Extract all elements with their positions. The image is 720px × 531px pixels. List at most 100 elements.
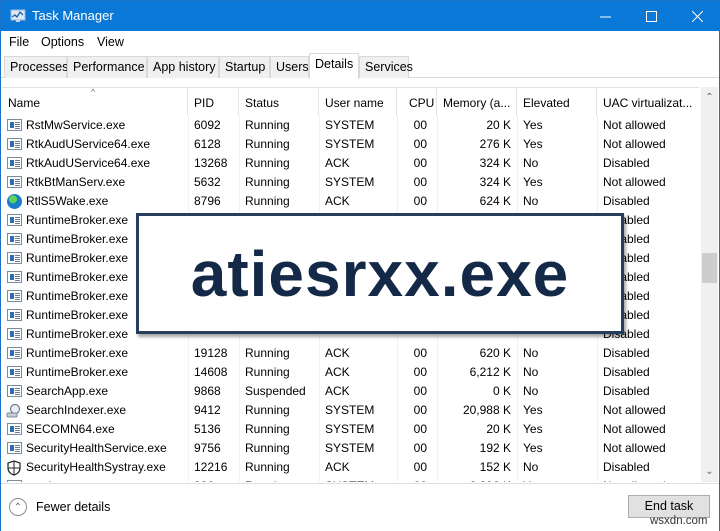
- process-name: RtlS5Wake.exe: [26, 194, 109, 208]
- chevron-up-circle-icon: ⌃: [9, 498, 27, 516]
- app-icon: [7, 176, 22, 188]
- column-header-name[interactable]: Name ^: [2, 88, 188, 116]
- cell-status: Running: [245, 194, 290, 208]
- process-name: RtkAudUService64.exe: [26, 156, 151, 170]
- process-name: RuntimeBroker.exe: [26, 289, 129, 303]
- cell-pid: 5136: [194, 422, 221, 436]
- cell-name: services.exe: [2, 477, 188, 482]
- cell-memory: 0 K: [492, 384, 511, 398]
- process-name: RtkBtManServ.exe: [26, 175, 126, 189]
- cell-user-name: ACK: [325, 365, 350, 379]
- cell-name: RstMwService.exe: [2, 116, 188, 135]
- task-manager-window: Task Manager File Options View Processes…: [0, 0, 720, 531]
- close-button[interactable]: [674, 1, 720, 31]
- cell-user-name: ACK: [325, 346, 350, 360]
- column-header-memory[interactable]: Memory (a...: [437, 88, 517, 116]
- table-header: Name ^ PID Status User name CPU Memory (…: [2, 88, 699, 116]
- cell-memory: 192 K: [479, 441, 511, 455]
- process-name: RtkAudUService64.exe: [26, 137, 151, 151]
- cell-pid: 5632: [194, 175, 221, 189]
- table-row[interactable]: SecurityHealthService.exe 9756 Running SYST…: [2, 439, 699, 458]
- table-row[interactable]: RtkAudUService64.exe 6128 Running SYSTEM 00 2…: [2, 135, 699, 154]
- cell-uac-virtualization: Disabled: [603, 384, 650, 398]
- maximize-button[interactable]: [628, 1, 674, 31]
- tab-processes[interactable]: Processes: [4, 56, 68, 78]
- cell-cpu: 00: [413, 137, 427, 151]
- globe-icon: [7, 194, 22, 209]
- column-header-status[interactable]: Status: [239, 88, 319, 116]
- cell-name: RtkAudUService64.exe: [2, 135, 188, 154]
- menu-view[interactable]: View: [97, 35, 124, 49]
- cell-pid: 14608: [194, 365, 228, 379]
- column-header-elevated[interactable]: Elevated: [517, 88, 597, 116]
- minimize-button[interactable]: [582, 1, 628, 31]
- process-name: RuntimeBroker.exe: [26, 270, 129, 284]
- table-row[interactable]: services.exe 336RunningSYSTEM002,392 KYes…: [2, 477, 699, 482]
- cell-name: RtlS5Wake.exe: [2, 192, 188, 211]
- cell-elevated: No: [523, 460, 539, 474]
- table-row[interactable]: RstMwService.exe 6092 Running SYSTEM 00 20 K Y…: [2, 116, 699, 135]
- cell-elevated: Yes: [523, 118, 543, 132]
- cell-pid: 6128: [194, 137, 221, 151]
- vertical-scrollbar[interactable]: ⌃ ⌄: [701, 87, 718, 482]
- table-row[interactable]: SecurityHealthSystray.exe 12216 Running ACK…: [2, 458, 699, 477]
- scrollbar-thumb[interactable]: [702, 253, 717, 284]
- process-name: RuntimeBroker.exe: [26, 251, 129, 265]
- cell-status: Running: [245, 156, 290, 170]
- shield-icon: [7, 460, 21, 476]
- cell-memory: 620 K: [479, 346, 511, 360]
- cell-elevated: No: [523, 346, 539, 360]
- process-name: SecurityHealthService.exe: [26, 441, 167, 455]
- tab-users[interactable]: Users: [270, 56, 309, 78]
- column-header-pid[interactable]: PID: [188, 88, 239, 116]
- tab-app-history[interactable]: App history: [147, 56, 219, 78]
- fewer-details-button[interactable]: ⌃ Fewer details: [9, 496, 110, 518]
- scroll-up-arrow-icon[interactable]: ⌃: [701, 89, 718, 106]
- task-manager-icon: [10, 9, 26, 22]
- table-row[interactable]: SECOMN64.exe 5136 Running SYSTEM 00 20 K Yes No…: [2, 420, 699, 439]
- tab-details[interactable]: Details: [309, 53, 359, 79]
- cell-status: Running: [245, 365, 290, 379]
- cell-user-name: ACK: [325, 156, 350, 170]
- overlay-text: atiesrxx.exe: [190, 237, 570, 310]
- footer-bar: ⌃ Fewer details End task wsxdn.com: [1, 483, 719, 531]
- table-row[interactable]: SearchApp.exe 9868 Suspended ACK 00 0 K No Disa…: [2, 382, 699, 401]
- cell-cpu: 00: [413, 365, 427, 379]
- menu-options[interactable]: Options: [41, 35, 84, 49]
- cell-uac-virtualization: Not allowed: [597, 477, 699, 482]
- cell-pid: 8796: [194, 194, 221, 208]
- column-header-uac-virtualization[interactable]: UAC virtualizat...: [597, 88, 699, 116]
- cell-name: RtkAudUService64.exe: [2, 154, 188, 173]
- app-icon: [7, 347, 22, 359]
- cell-elevated: No: [523, 365, 539, 379]
- cell-uac-virtualization: Disabled: [603, 346, 650, 360]
- tab-startup[interactable]: Startup: [219, 56, 270, 78]
- tab-performance[interactable]: Performance: [67, 56, 147, 78]
- scroll-down-arrow-icon[interactable]: ⌄: [701, 463, 718, 480]
- column-header-user-name[interactable]: User name: [319, 88, 397, 116]
- cell-uac-virtualization: Disabled: [603, 156, 650, 170]
- cell-name: RuntimeBroker.exe: [2, 363, 188, 382]
- table-row[interactable]: RuntimeBroker.exe 14608 Running ACK 00 6,212 …: [2, 363, 699, 382]
- cell-pid: 13268: [194, 156, 228, 170]
- cell-memory: 276 K: [479, 137, 511, 151]
- table-row[interactable]: RtlS5Wake.exe 8796 Running ACK 00 624 K No Disa…: [2, 192, 699, 211]
- table-row[interactable]: RtkBtManServ.exe 5632 Running SYSTEM 00 324 K…: [2, 173, 699, 192]
- cell-memory: 20 K: [486, 118, 511, 132]
- cell-uac-virtualization: Not allowed: [603, 441, 666, 455]
- app-icon: [7, 385, 22, 397]
- process-name: SearchApp.exe: [26, 384, 109, 398]
- app-icon: [7, 290, 22, 302]
- table-row[interactable]: RuntimeBroker.exe 19128 Running ACK 00 620 K N…: [2, 344, 699, 363]
- cell-user-name: SYSTEM: [325, 422, 375, 436]
- cell-status: Running: [245, 346, 290, 360]
- cell-user-name: ACK: [325, 194, 350, 208]
- menu-file[interactable]: File: [9, 35, 29, 49]
- app-icon: [7, 233, 22, 245]
- table-row[interactable]: SearchIndexer.exe 9412 Running SYSTEM 00 20,9…: [2, 401, 699, 420]
- column-name-label: Name: [8, 96, 41, 110]
- column-header-cpu[interactable]: CPU: [397, 88, 437, 116]
- table-row[interactable]: RtkAudUService64.exe 13268 Running ACK 00 324…: [2, 154, 699, 173]
- title-bar[interactable]: Task Manager: [1, 1, 719, 31]
- tab-services[interactable]: Services: [359, 56, 413, 78]
